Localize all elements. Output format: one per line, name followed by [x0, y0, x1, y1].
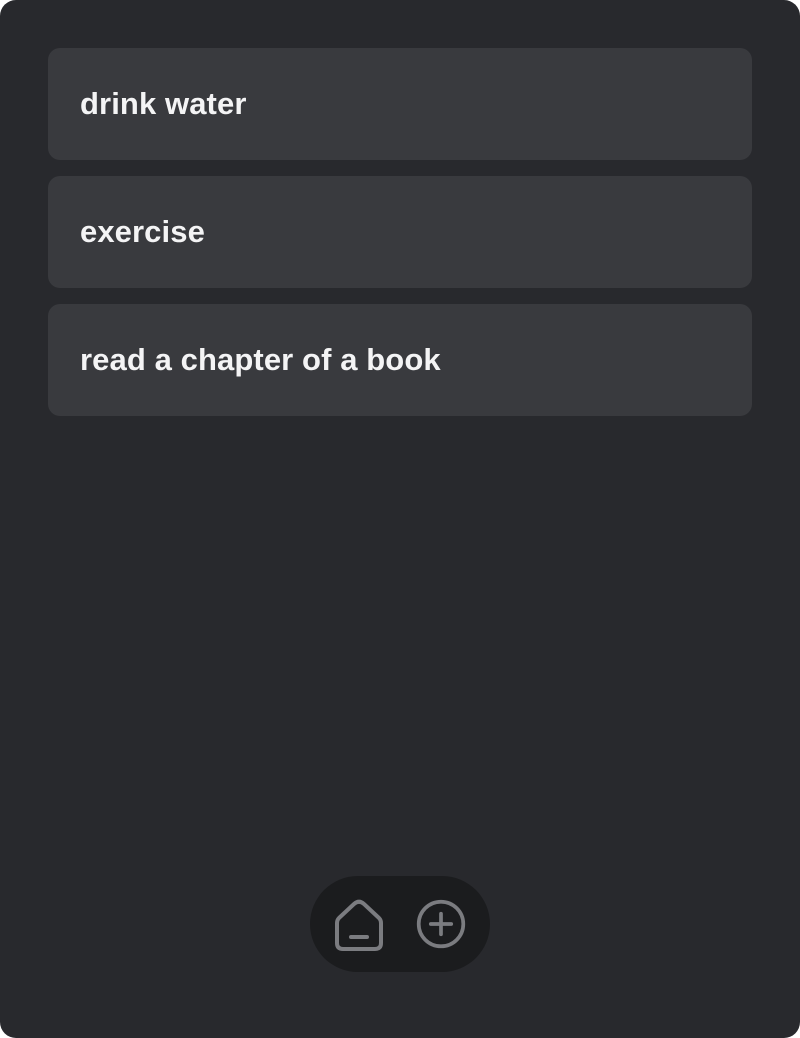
- task-label: drink water: [80, 86, 247, 121]
- home-button[interactable]: [333, 895, 385, 953]
- bottom-nav: [310, 876, 490, 972]
- task-item[interactable]: drink water: [48, 48, 752, 160]
- home-icon: [335, 899, 383, 951]
- add-task-button[interactable]: [415, 895, 467, 953]
- plus-circle-icon: [416, 899, 466, 949]
- task-list: drink water exercise read a chapter of a…: [48, 48, 752, 416]
- task-item[interactable]: exercise: [48, 176, 752, 288]
- task-label: read a chapter of a book: [80, 342, 441, 377]
- task-label: exercise: [80, 214, 205, 249]
- task-item[interactable]: read a chapter of a book: [48, 304, 752, 416]
- app-window: drink water exercise read a chapter of a…: [0, 0, 800, 1038]
